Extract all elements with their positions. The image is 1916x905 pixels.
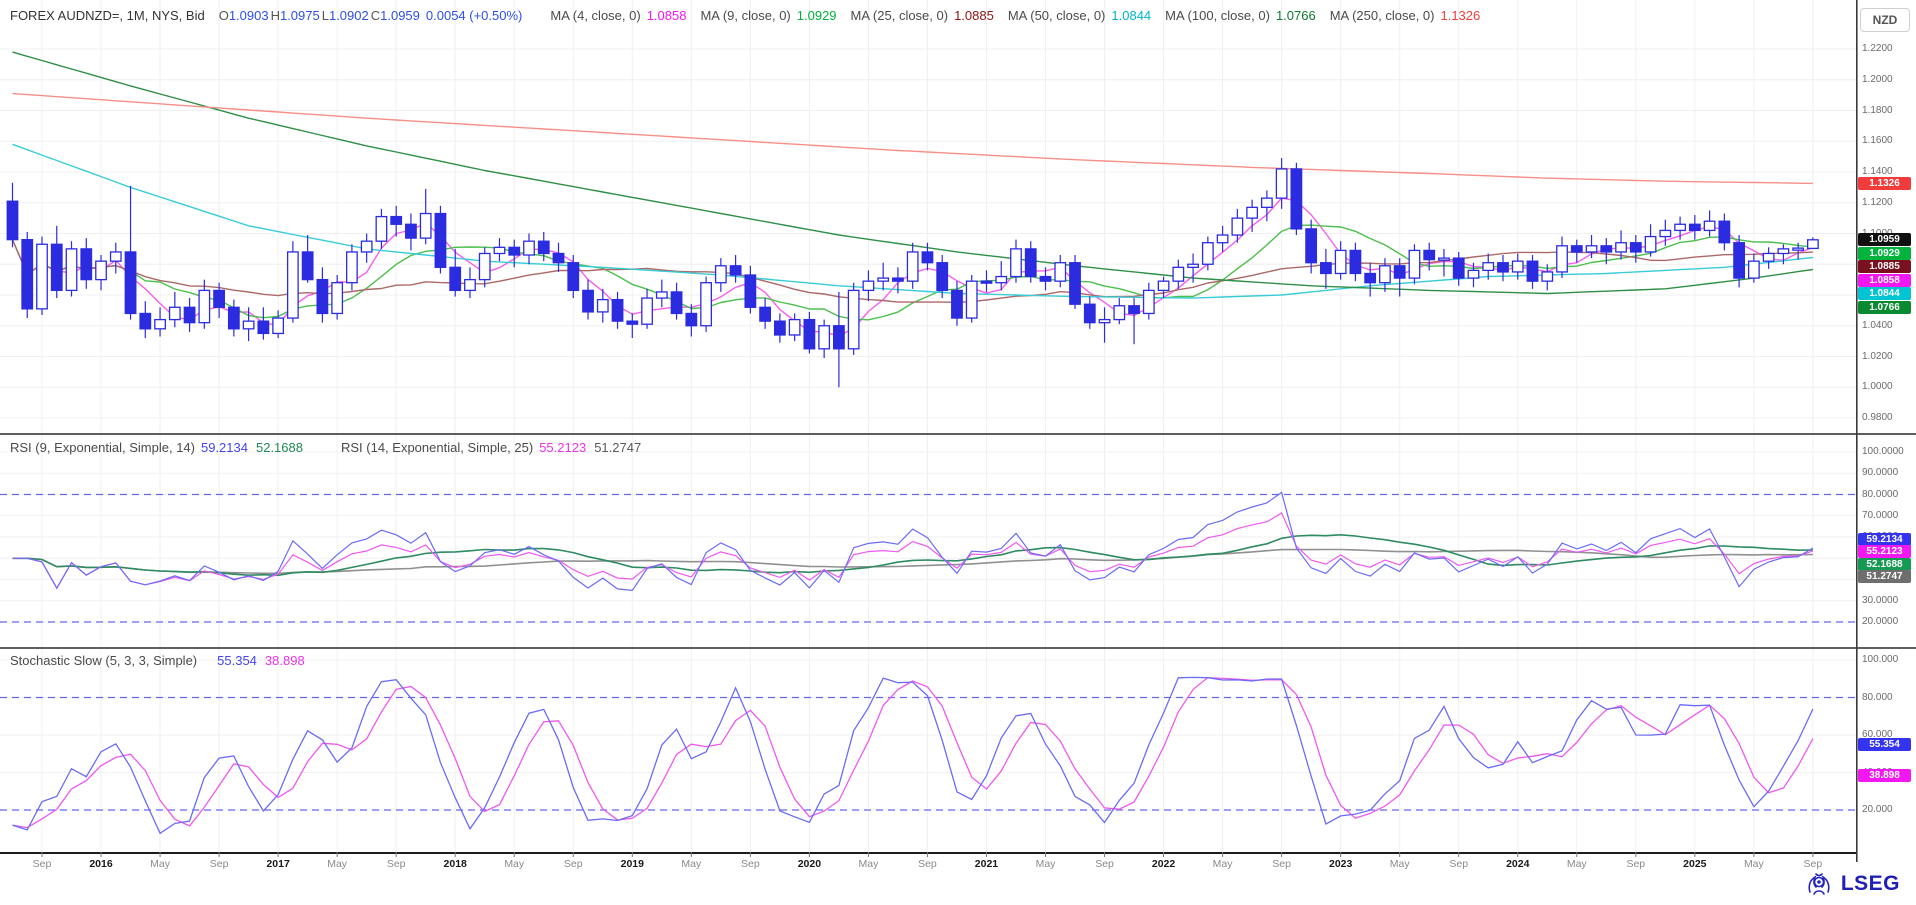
time-axis-label[interactable]: 2019 xyxy=(621,858,644,870)
time-axis-label[interactable]: 2023 xyxy=(1329,858,1352,870)
stoch-axis-label[interactable]: 100.000 xyxy=(1862,654,1898,665)
price-badge: 1.0766 xyxy=(1858,301,1911,314)
price-axis-label[interactable]: 1.0200 xyxy=(1862,351,1893,362)
price-badge: 1.0959 xyxy=(1858,233,1911,246)
time-axis-label[interactable]: May xyxy=(327,858,347,870)
price-badge: 1.0858 xyxy=(1858,274,1911,287)
ohlc-field-l: L1.0902 xyxy=(322,8,369,23)
time-axis-label[interactable]: 2021 xyxy=(975,858,998,870)
rsi-axis-label[interactable]: 30.0000 xyxy=(1862,595,1898,606)
stoch-axis-label[interactable]: 20.000 xyxy=(1862,804,1893,815)
ohlc-field-o: O1.0903 xyxy=(219,8,269,23)
price-axis-label[interactable]: 1.2200 xyxy=(1862,43,1893,54)
ma-legend-item[interactable]: MA (100, close, 0)1.0766 xyxy=(1165,8,1316,23)
charting-app: FOREX AUDNZD=, 1M, NYS, Bid O1.0903H1.09… xyxy=(0,0,1916,905)
price-axis-label[interactable]: 1.0000 xyxy=(1862,381,1893,392)
instrument-title: FOREX AUDNZD=, 1M, NYS, Bid xyxy=(10,8,205,23)
time-axis-label[interactable]: 2018 xyxy=(444,858,467,870)
time-axis-label[interactable]: 2024 xyxy=(1506,858,1529,870)
price-axis-label[interactable]: 1.1600 xyxy=(1862,135,1893,146)
price-axis-label[interactable]: 1.1200 xyxy=(1862,197,1893,208)
price-badge: 1.1326 xyxy=(1858,177,1911,190)
stoch-axis-label[interactable]: 80.000 xyxy=(1862,692,1893,703)
lseg-logo: LSEG xyxy=(1804,870,1900,898)
time-axis-label[interactable]: Sep xyxy=(210,858,229,870)
ma-legend-item[interactable]: MA (4, close, 0)1.0858 xyxy=(550,8,686,23)
price-axis-label[interactable]: 1.1400 xyxy=(1862,166,1893,177)
time-axis-label[interactable]: 2016 xyxy=(89,858,112,870)
time-axis-label[interactable]: May xyxy=(1567,858,1587,870)
time-axis-label[interactable]: Sep xyxy=(1095,858,1114,870)
currency-axis-button[interactable]: NZD xyxy=(1860,8,1910,32)
ma-legend-item[interactable]: MA (250, close, 0)1.1326 xyxy=(1330,8,1481,23)
time-axis-label[interactable]: May xyxy=(681,858,701,870)
ohlc-field-h: H1.0975 xyxy=(271,8,320,23)
ma-legend-item[interactable]: MA (50, close, 0)1.0844 xyxy=(1008,8,1151,23)
rsi-badge: 55.2123 xyxy=(1858,545,1911,558)
rsi-pane-legend: RSI (9, Exponential, Simple, 14)59.21345… xyxy=(10,440,665,455)
time-axis-label[interactable]: May xyxy=(150,858,170,870)
stoch-badge: 38.898 xyxy=(1858,769,1911,782)
lseg-wordmark: LSEG xyxy=(1841,872,1900,896)
stochastic-label[interactable]: Stochastic Slow (5, 3, 3, Simple) xyxy=(10,653,197,668)
lseg-crest-icon xyxy=(1804,870,1834,898)
time-axis-label[interactable]: May xyxy=(1744,858,1764,870)
time-axis-label[interactable]: Sep xyxy=(918,858,937,870)
time-axis-label[interactable]: Sep xyxy=(1449,858,1468,870)
time-axis-label[interactable]: May xyxy=(504,858,524,870)
time-axis-label[interactable]: May xyxy=(1213,858,1233,870)
time-axis-label[interactable]: May xyxy=(1036,858,1056,870)
time-axis-label[interactable]: Sep xyxy=(741,858,760,870)
ma-legend: MA (4, close, 0)1.0858 MA (9, close, 0)1.… xyxy=(536,8,1480,23)
price-axis-label[interactable]: 1.2000 xyxy=(1862,74,1893,85)
time-axis-label[interactable]: May xyxy=(858,858,878,870)
stochastic-value: 38.898 xyxy=(265,653,305,668)
price-axis-label[interactable]: 0.9800 xyxy=(1862,412,1893,423)
rsi-badge: 52.1688 xyxy=(1858,558,1911,571)
time-axis-label[interactable]: Sep xyxy=(1804,858,1823,870)
time-axis-label[interactable]: 2022 xyxy=(1152,858,1175,870)
time-axis-label[interactable]: Sep xyxy=(564,858,583,870)
rsi-axis-label[interactable]: 70.0000 xyxy=(1862,510,1898,521)
time-axis-label[interactable]: 2025 xyxy=(1683,858,1706,870)
time-axis-label[interactable]: 2020 xyxy=(798,858,821,870)
time-axis-label[interactable]: Sep xyxy=(387,858,406,870)
stochastic-pane-legend: Stochastic Slow (5, 3, 3, Simple) 55.354… xyxy=(10,653,313,668)
price-badge: 1.0929 xyxy=(1858,247,1911,260)
rsi-axis-label[interactable]: 90.0000 xyxy=(1862,467,1898,478)
time-axis-label[interactable]: 2017 xyxy=(266,858,289,870)
main-chart-legend: FOREX AUDNZD=, 1M, NYS, Bid O1.0903H1.09… xyxy=(10,8,1480,23)
stoch-badge: 55.354 xyxy=(1858,738,1911,751)
rsi-legend-item[interactable]: RSI (14, Exponential, Simple, 25)55.2123… xyxy=(341,440,649,455)
time-axis-label[interactable]: Sep xyxy=(1272,858,1291,870)
ohlc-field-c: C1.0959 xyxy=(371,8,420,23)
price-badge: 1.0885 xyxy=(1858,260,1911,273)
ohlc-readout: O1.0903H1.0975L1.0902C1.0959 0.0054 (+0.5… xyxy=(219,8,523,23)
price-badge: 1.0844 xyxy=(1858,287,1911,300)
time-axis-label[interactable]: Sep xyxy=(33,858,52,870)
time-axis-label[interactable]: May xyxy=(1390,858,1410,870)
ma-legend-item[interactable]: MA (9, close, 0)1.0929 xyxy=(700,8,836,23)
rsi-axis-label[interactable]: 100.0000 xyxy=(1862,446,1904,457)
stochastic-value: 55.354 xyxy=(217,653,257,668)
rsi-axis-label[interactable]: 20.0000 xyxy=(1862,616,1898,627)
rsi-legend-item[interactable]: RSI (9, Exponential, Simple, 14)59.21345… xyxy=(10,440,311,455)
ma-legend-item[interactable]: MA (25, close, 0)1.0885 xyxy=(851,8,994,23)
price-axis-label[interactable]: 1.1800 xyxy=(1862,105,1893,116)
rsi-badge: 59.2134 xyxy=(1858,533,1911,546)
time-axis-label[interactable]: Sep xyxy=(1626,858,1645,870)
change-readout: 0.0054 (+0.50%) xyxy=(426,8,522,23)
price-axis-label[interactable]: 1.0400 xyxy=(1862,320,1893,331)
rsi-badge: 51.2747 xyxy=(1858,570,1911,583)
rsi-axis-label[interactable]: 80.0000 xyxy=(1862,489,1898,500)
